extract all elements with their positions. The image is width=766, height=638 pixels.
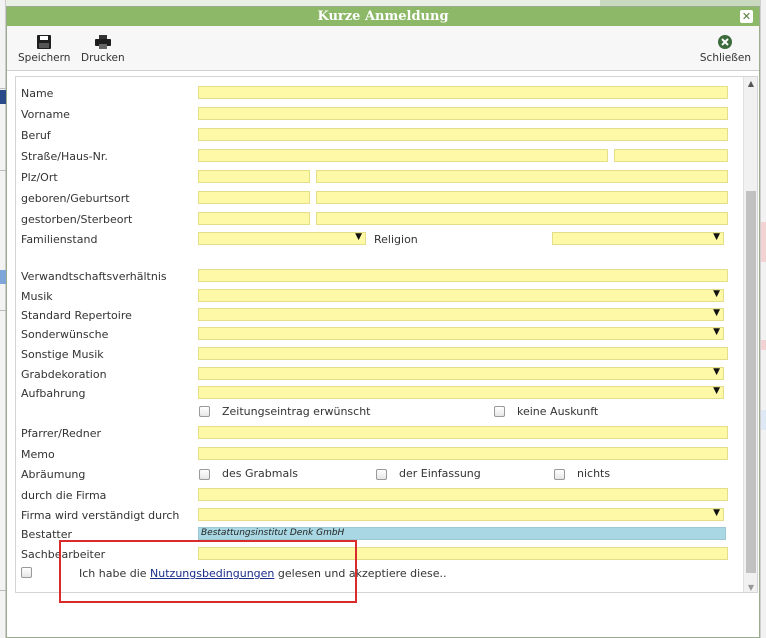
einfassung-checkbox[interactable] — [376, 469, 387, 480]
religion-select[interactable]: ▼ — [552, 232, 724, 245]
memo-field[interactable] — [198, 447, 728, 460]
toolbar: Speichern Drucken Schließen — [7, 26, 759, 71]
nichts-checkbox[interactable] — [554, 469, 565, 480]
printer-icon — [81, 34, 125, 50]
religion-label: Religion — [374, 233, 418, 246]
sonderwuensche-select[interactable]: ▼ — [198, 327, 724, 340]
scroll-down-icon[interactable]: ▼ — [744, 583, 757, 592]
vorname-label: Vorname — [21, 108, 70, 121]
dialog-title: Kurze Anmeldung — [317, 9, 449, 24]
familienstand-select[interactable]: ▼ — [198, 232, 366, 245]
sonstige-musik-field[interactable] — [198, 347, 728, 360]
musik-select[interactable]: ▼ — [198, 289, 724, 302]
print-button[interactable]: Drucken — [81, 34, 125, 64]
zeitung-label: Zeitungseintrag erwünscht — [222, 405, 371, 418]
geboren-label: geboren/Geburtsort — [21, 192, 130, 205]
form-content: Name Vorname Beruf Straße/Haus-Nr. Plz/O… — [16, 77, 744, 592]
keine-auskunft-checkbox[interactable] — [494, 406, 505, 417]
grabdekoration-label: Grabdekoration — [21, 368, 107, 381]
abraeumung-label: Abräumung — [21, 468, 86, 481]
name-field[interactable] — [198, 86, 728, 99]
close-circle-icon — [700, 34, 751, 50]
chevron-down-icon: ▼ — [713, 367, 720, 377]
firma-verstaendigt-label: Firma wird verständigt durch — [21, 509, 180, 522]
chevron-down-icon: ▼ — [713, 308, 720, 318]
plz-field[interactable] — [198, 170, 310, 183]
firma-label: durch die Firma — [21, 489, 107, 502]
firma-verstaendigt-select[interactable]: ▼ — [198, 508, 724, 521]
gestorben-label: gestorben/Sterbeort — [21, 213, 133, 226]
floppy-disk-icon — [18, 34, 70, 50]
scroll-up-icon[interactable]: ▲ — [744, 79, 757, 88]
sterbeort-field[interactable] — [316, 212, 728, 225]
scrollbar-thumb[interactable] — [746, 191, 756, 573]
geburtsort-field[interactable] — [316, 191, 728, 204]
verwandtschaft-field[interactable] — [198, 269, 728, 282]
musik-label: Musik — [21, 290, 53, 303]
vorname-field[interactable] — [198, 107, 728, 120]
strasse-field[interactable] — [198, 149, 608, 162]
chevron-down-icon: ▼ — [713, 289, 720, 299]
memo-label: Memo — [21, 448, 55, 461]
grabmal-label: des Grabmals — [222, 467, 298, 480]
pfarrer-label: Pfarrer/Redner — [21, 427, 102, 440]
repertoire-select[interactable]: ▼ — [198, 308, 724, 321]
aufbahrung-select[interactable]: ▼ — [198, 386, 724, 399]
beruf-label: Beruf — [21, 129, 51, 142]
dialog-titlebar: Kurze Anmeldung ✕ — [7, 7, 759, 26]
close-label: Schließen — [699, 52, 751, 64]
bestatter-field[interactable]: Bestattungsinstitut Denk GmbH — [198, 527, 726, 540]
ort-field[interactable] — [316, 170, 728, 183]
strasse-label: Straße/Haus-Nr. — [21, 150, 108, 163]
hausnummer-field[interactable] — [614, 149, 728, 162]
highlight-box — [59, 540, 357, 603]
chevron-down-icon: ▼ — [713, 386, 720, 396]
sonderwuensche-label: Sonderwünsche — [21, 328, 109, 341]
chevron-down-icon: ▼ — [355, 232, 362, 242]
verwandtschaft-label: Verwandtschaftsverhältnis — [21, 270, 167, 283]
sterbedatum-field[interactable] — [198, 212, 310, 225]
einfassung-label: der Einfassung — [399, 467, 481, 480]
terms-checkbox[interactable] — [21, 567, 32, 578]
name-label: Name — [21, 87, 54, 100]
nichts-label: nichts — [577, 467, 611, 480]
aufbahrung-label: Aufbahrung — [21, 387, 86, 400]
plz-label: Plz/Ort — [21, 171, 58, 184]
chevron-down-icon: ▼ — [713, 508, 720, 518]
background-app-right-edge — [760, 0, 766, 638]
chevron-down-icon: ▼ — [713, 327, 720, 337]
grabmal-checkbox[interactable] — [199, 469, 210, 480]
pfarrer-field[interactable] — [198, 426, 728, 439]
familienstand-label: Familienstand — [21, 233, 98, 246]
chevron-down-icon: ▼ — [713, 232, 720, 242]
grabdekoration-select[interactable]: ▼ — [198, 367, 724, 380]
title-close-icon[interactable]: ✕ — [740, 10, 753, 23]
beruf-field[interactable] — [198, 128, 728, 141]
repertoire-label: Standard Repertoire — [21, 309, 132, 322]
zeitung-checkbox[interactable] — [199, 406, 210, 417]
firma-field[interactable] — [198, 488, 728, 501]
save-label: Speichern — [18, 52, 71, 64]
save-button[interactable]: Speichern — [18, 34, 70, 64]
form-panel: Name Vorname Beruf Straße/Haus-Nr. Plz/O… — [15, 76, 758, 593]
close-button[interactable]: Schließen — [700, 34, 751, 64]
form-scrollbar[interactable]: ▲ ▼ — [743, 77, 757, 592]
print-label: Drucken — [81, 52, 125, 64]
sonstige-musik-label: Sonstige Musik — [21, 348, 104, 361]
geburtsdatum-field[interactable] — [198, 191, 310, 204]
keine-auskunft-label: keine Auskunft — [517, 405, 599, 418]
